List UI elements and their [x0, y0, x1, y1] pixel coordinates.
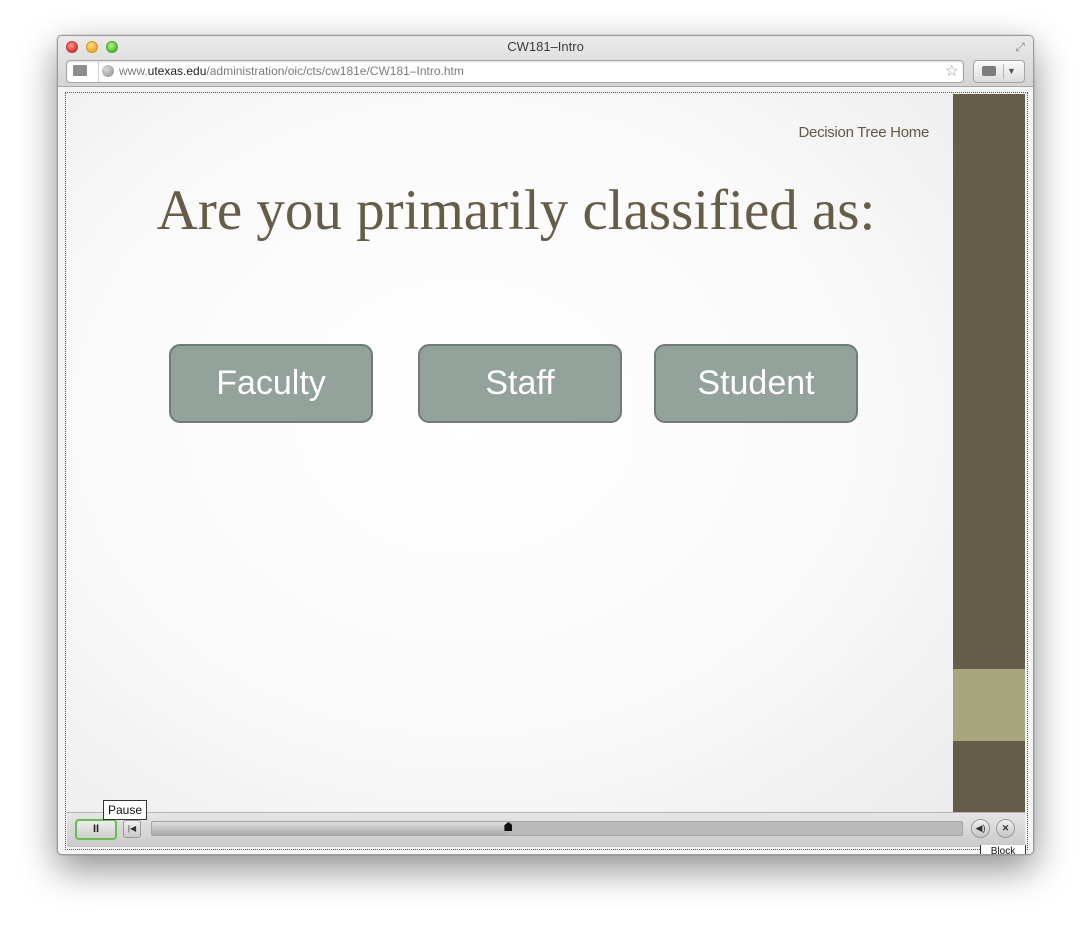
- sidebar: [953, 94, 1025, 812]
- address-divider: [90, 61, 99, 82]
- progress-slider[interactable]: [151, 821, 963, 836]
- chevron-down-icon[interactable]: ▼: [1007, 64, 1016, 79]
- faculty-button[interactable]: Faculty: [169, 344, 373, 423]
- student-button[interactable]: Student: [654, 344, 858, 423]
- sidebar-highlight: [953, 669, 1025, 741]
- browser-window: CW181–Intro ⤢ www.utexas.edu/administrat…: [57, 35, 1034, 855]
- address-bar[interactable]: www.utexas.edu/administration/oic/cts/cw…: [66, 60, 964, 83]
- reader-icon[interactable]: [73, 65, 87, 76]
- extension-button[interactable]: ▼: [973, 60, 1025, 83]
- rewind-button[interactable]: |◀: [123, 820, 141, 838]
- player-controlbar: II |◀ ◀) ✕: [67, 812, 1025, 847]
- extension-divider: [1003, 64, 1004, 79]
- extension-icon: [982, 66, 996, 76]
- staff-button[interactable]: Staff: [418, 344, 622, 423]
- fullscreen-icon[interactable]: ⤢: [1013, 40, 1027, 54]
- star-icon[interactable]: ☆: [945, 61, 959, 82]
- url-domain: utexas.edu: [147, 64, 207, 78]
- slide: Decision Tree Home Are you primarily cla…: [67, 94, 953, 812]
- progress-fill: [152, 822, 509, 835]
- window-title: CW181–Intro: [507, 39, 584, 54]
- titlebar: CW181–Intro ⤢ www.utexas.edu/administrat…: [58, 36, 1033, 87]
- url-path: /administration/oic/cts/cw181e/CW181–Int…: [206, 64, 464, 78]
- page-content: Decision Tree Home Are you primarily cla…: [58, 87, 1033, 854]
- pause-button[interactable]: II: [75, 819, 117, 840]
- flash-frame: Decision Tree Home Are you primarily cla…: [65, 92, 1028, 850]
- url-text[interactable]: www.utexas.edu/administration/oic/cts/cw…: [119, 64, 464, 78]
- volume-button[interactable]: ◀): [971, 819, 990, 838]
- globe-icon: [102, 65, 114, 77]
- close-player-button[interactable]: ✕: [996, 819, 1015, 838]
- url-prefix: www.: [119, 64, 148, 78]
- pause-tooltip: Pause: [103, 800, 148, 820]
- question-heading: Are you primarily classified as:: [156, 179, 876, 242]
- block-plugin-tab[interactable]: Block: [980, 845, 1026, 854]
- decision-tree-home-link[interactable]: Decision Tree Home: [799, 124, 930, 141]
